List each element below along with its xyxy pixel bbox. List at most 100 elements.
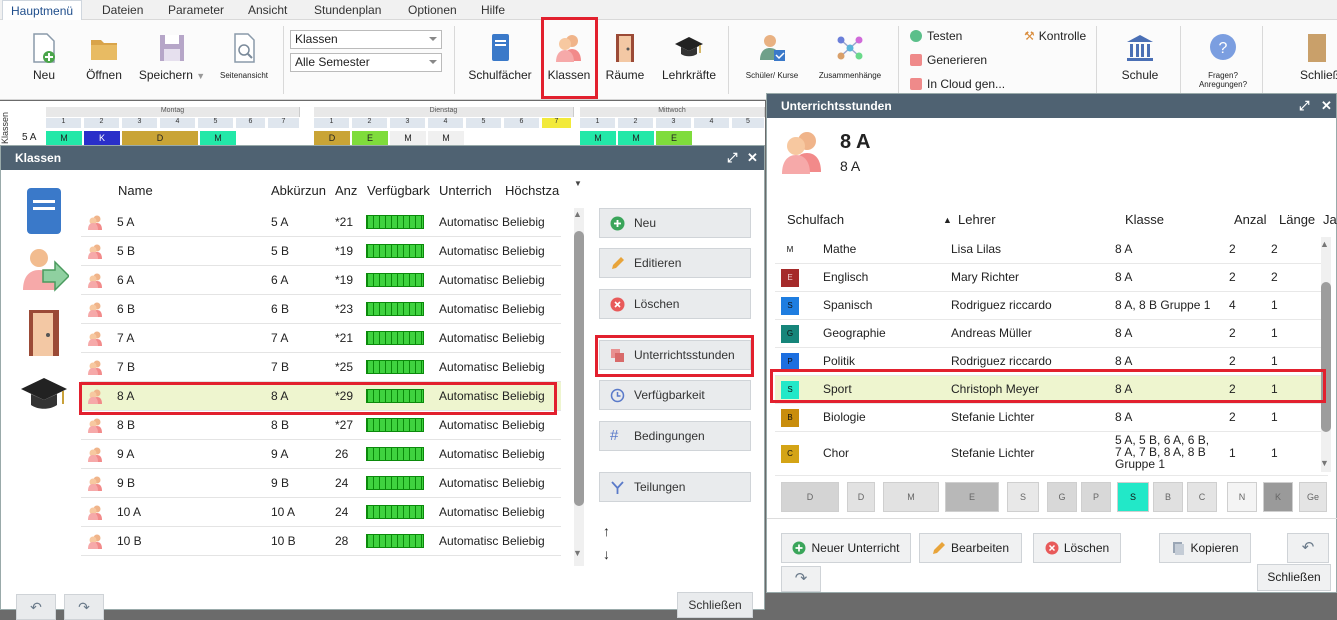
column-header-count[interactable]: Anz xyxy=(335,183,363,198)
column-header-length[interactable]: Länge xyxy=(1279,212,1321,227)
table-row[interactable]: 5 A 5 A *21 Automatisc Beliebig xyxy=(81,208,561,237)
table-row[interactable]: 6 B 6 B *23 Automatisc Beliebig xyxy=(81,295,561,324)
column-header-lessons[interactable]: Unterrich xyxy=(439,183,503,198)
lesson-card[interactable]: S xyxy=(1007,482,1039,512)
table-row[interactable]: C Chor Stefanie Lichter 5 A, 5 B, 6 A, 6 B,… xyxy=(775,432,1328,476)
table-row[interactable]: B Biologie Stefanie Lichter 8 A 2 1 xyxy=(775,404,1328,432)
rooms-button[interactable]: Räume xyxy=(602,20,648,100)
scroll-up-icon[interactable]: ▲ xyxy=(1320,239,1329,249)
scroll-down-icon[interactable]: ▼ xyxy=(1320,458,1329,468)
lesson-card[interactable]: Ge xyxy=(1299,482,1327,512)
table-row[interactable]: 10 B 10 B 28 Automatisc Beliebig xyxy=(81,527,561,556)
save-dropdown-icon[interactable]: ▼ xyxy=(196,71,205,81)
teachers-button[interactable]: Lehrkräfte xyxy=(658,20,720,100)
menu-hauptmenu[interactable]: Hauptmenü xyxy=(2,0,83,21)
open-button[interactable]: Öffnen xyxy=(80,20,128,100)
lesson-cell[interactable]: M xyxy=(580,131,616,145)
copy-lesson-button[interactable]: Kopieren xyxy=(1159,533,1251,563)
new-lesson-button[interactable]: Neuer Unterricht xyxy=(781,533,911,563)
close-icon[interactable]: ✕ xyxy=(1321,94,1332,118)
undo-button[interactable]: ↶ xyxy=(1287,533,1329,563)
column-menu-icon[interactable]: ▼ xyxy=(574,179,582,188)
lesson-cell[interactable]: E xyxy=(656,131,692,145)
scroll-down-icon[interactable]: ▼ xyxy=(573,548,582,558)
graduation-cap-icon[interactable] xyxy=(19,371,69,421)
lesson-card[interactable]: E xyxy=(945,482,999,512)
semester-select[interactable]: Alle Semester xyxy=(290,53,442,72)
control-button[interactable]: ⚒ Kontrolle xyxy=(1024,27,1086,45)
menu-ansicht[interactable]: Ansicht xyxy=(240,0,295,20)
classes-scrollbar-thumb[interactable] xyxy=(574,231,584,506)
redo-button[interactable]: ↷ xyxy=(781,566,821,592)
table-row[interactable]: S Spanisch Rodriguez riccardo 8 A, 8 B Grup… xyxy=(775,292,1328,320)
column-header-class[interactable]: Klasse xyxy=(1125,212,1225,227)
lesson-card[interactable]: D xyxy=(847,482,875,512)
conditions-button[interactable]: # Bedingungen xyxy=(599,421,751,451)
lesson-cell[interactable]: M xyxy=(200,131,236,145)
edit-lesson-button[interactable]: Bearbeiten xyxy=(919,533,1022,563)
close-classes-button[interactable]: Schließen xyxy=(677,592,753,618)
view-select[interactable]: Klassen xyxy=(290,30,442,49)
menu-hilfe[interactable]: Hilfe xyxy=(473,0,513,20)
lesson-card[interactable]: N xyxy=(1227,482,1257,512)
relations-button[interactable]: Zusammenhänge xyxy=(812,20,888,100)
book-icon[interactable] xyxy=(19,186,69,236)
table-row[interactable]: G Geographie Andreas Müller 8 A 2 1 xyxy=(775,320,1328,348)
table-row[interactable]: 7 B 7 B *25 Automatisc Beliebig xyxy=(81,353,561,382)
scroll-up-icon[interactable]: ▲ xyxy=(573,209,582,219)
menu-parameter[interactable]: Parameter xyxy=(160,0,232,20)
table-row[interactable]: 10 A 10 A 24 Automatisc Beliebig xyxy=(81,498,561,527)
availability-button[interactable]: Verfügbarkeit xyxy=(599,380,751,410)
move-up-button[interactable]: ↑ xyxy=(603,523,610,539)
lesson-card[interactable]: M xyxy=(883,482,939,512)
column-header-abbr[interactable]: Abkürzun xyxy=(271,183,331,198)
close-app-button[interactable]: Schließ xyxy=(1292,20,1337,100)
lesson-card[interactable]: C xyxy=(1187,482,1217,512)
lesson-card[interactable]: D xyxy=(781,482,839,512)
table-row[interactable]: 8 B 8 B *27 Automatisc Beliebig xyxy=(81,411,561,440)
door-icon[interactable] xyxy=(19,308,69,358)
column-header-name[interactable]: Name xyxy=(118,183,258,198)
close-icon[interactable]: ✕ xyxy=(747,146,758,170)
new-button[interactable]: Neu xyxy=(22,20,66,100)
menu-dateien[interactable]: Dateien xyxy=(94,0,151,20)
students-courses-button[interactable]: Schüler/ Kurse xyxy=(736,20,808,100)
lesson-card[interactable]: B xyxy=(1153,482,1183,512)
delete-lesson-button[interactable]: Löschen xyxy=(1033,533,1121,563)
delete-class-button[interactable]: Löschen xyxy=(599,289,751,319)
lesson-cell[interactable]: M xyxy=(46,131,82,145)
new-class-button[interactable]: Neu xyxy=(599,208,751,238)
column-header-max[interactable]: Höchstza xyxy=(505,183,561,198)
column-header-subject[interactable]: Schulfach xyxy=(787,212,907,227)
redo-button[interactable]: ↷ xyxy=(64,594,104,620)
table-row[interactable]: M Mathe Lisa Lilas 8 A 2 2 xyxy=(775,236,1328,264)
lesson-cell[interactable]: D xyxy=(314,131,350,145)
lesson-card[interactable]: G xyxy=(1047,482,1077,512)
menu-stundenplan[interactable]: Stundenplan xyxy=(306,0,389,20)
column-header-teacher[interactable]: Lehrer xyxy=(958,212,1108,227)
lesson-card[interactable]: P xyxy=(1081,482,1111,512)
lesson-cell[interactable]: M xyxy=(390,131,426,145)
table-row[interactable]: 6 A 6 A *19 Automatisc Beliebig xyxy=(81,266,561,295)
edit-class-button[interactable]: Editieren xyxy=(599,248,751,278)
test-button[interactable]: Testen xyxy=(910,27,962,45)
undo-button[interactable]: ↶ xyxy=(16,594,56,620)
lesson-card[interactable]: S xyxy=(1117,482,1149,512)
table-row[interactable]: 5 B 5 B *19 Automatisc Beliebig xyxy=(81,237,561,266)
lessons-scrollbar-thumb[interactable] xyxy=(1321,282,1331,432)
splits-button[interactable]: Teilungen xyxy=(599,472,751,502)
maximize-icon[interactable]: ⤢ xyxy=(1299,94,1309,118)
table-row[interactable]: 9 A 9 A 26 Automatisc Beliebig xyxy=(81,440,561,469)
table-row[interactable]: 7 A 7 A *21 Automatisc Beliebig xyxy=(81,324,561,353)
generate-button[interactable]: Generieren xyxy=(910,51,987,69)
class-move-icon[interactable] xyxy=(19,246,69,296)
help-button[interactable]: ? Fragen? Anregungen? xyxy=(1188,20,1258,100)
column-header-year[interactable]: Ja xyxy=(1323,212,1337,227)
lesson-cell[interactable]: M xyxy=(428,131,464,145)
table-row[interactable]: 9 B 9 B 24 Automatisc Beliebig xyxy=(81,469,561,498)
maximize-icon[interactable]: ⤢ xyxy=(727,146,737,170)
save-button[interactable]: Speichern ▼ xyxy=(134,20,210,100)
cloud-generate-button[interactable]: In Cloud gen... xyxy=(910,75,1005,93)
column-header-count[interactable]: Anzal xyxy=(1234,212,1278,227)
column-header-availability[interactable]: Verfügbark xyxy=(367,183,435,198)
